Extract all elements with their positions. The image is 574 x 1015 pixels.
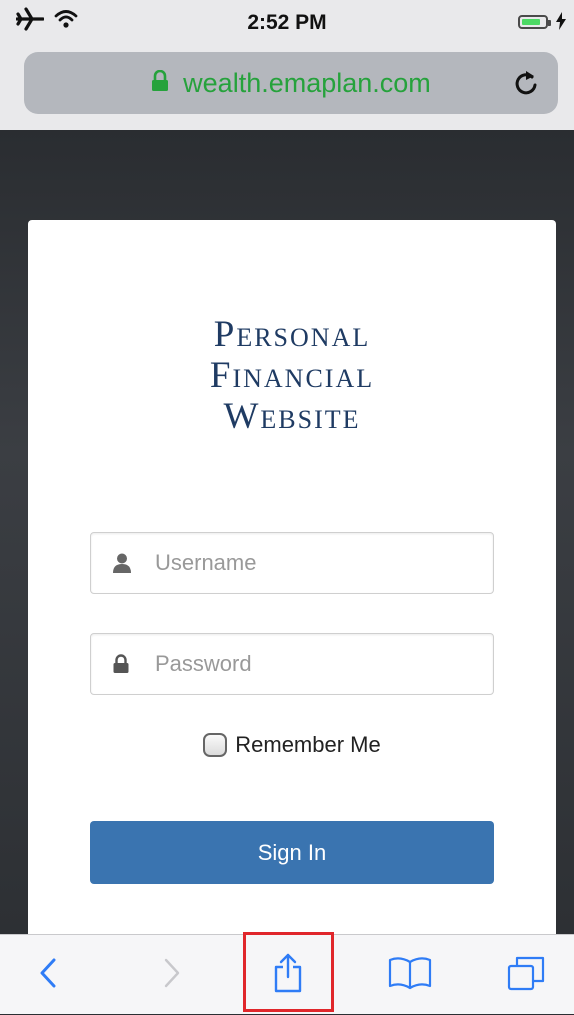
remember-me[interactable]: Remember Me (28, 732, 556, 758)
password-field[interactable] (90, 633, 494, 695)
remember-me-label: Remember Me (235, 732, 381, 757)
address-bar[interactable]: wealth.emaplan.com (24, 52, 558, 114)
reload-icon[interactable] (512, 68, 540, 103)
username-input[interactable] (155, 533, 475, 593)
site-title: Personal Financial Website (28, 314, 556, 437)
battery-icon (518, 15, 551, 29)
login-card: Personal Financial Website Username Reme… (28, 220, 556, 940)
lock-icon (151, 69, 169, 97)
sign-in-button[interactable]: Sign In (90, 821, 494, 884)
browser-chrome: 2:52 PM wealth.emaplan.com (0, 0, 574, 130)
tabs-button[interactable] (486, 935, 566, 1015)
url-text: wealth.emaplan.com (183, 67, 431, 98)
remember-me-checkbox[interactable] (203, 733, 228, 757)
site-title-line: Personal (213, 314, 371, 355)
status-bar: 2:52 PM (0, 0, 574, 40)
lock-icon (113, 654, 129, 679)
back-button[interactable] (18, 935, 78, 1015)
bookmarks-button[interactable] (370, 935, 450, 1015)
forward-chevron-icon (164, 958, 180, 993)
browser-toolbar (0, 934, 574, 1014)
site-title-line: Financial (209, 355, 375, 396)
share-button[interactable] (243, 935, 333, 1015)
back-chevron-icon (40, 958, 56, 993)
share-icon (273, 953, 303, 998)
bookmarks-icon (388, 956, 432, 995)
site-title-line: Website (223, 396, 361, 437)
status-time: 2:52 PM (247, 11, 327, 34)
tabs-icon (507, 955, 545, 996)
username-field[interactable] (90, 532, 494, 594)
web-page: Personal Financial Website Username Reme… (0, 130, 574, 940)
password-input[interactable] (155, 634, 475, 694)
forward-button[interactable] (142, 935, 202, 1015)
user-icon (113, 553, 131, 578)
charging-bolt-icon (556, 12, 566, 35)
